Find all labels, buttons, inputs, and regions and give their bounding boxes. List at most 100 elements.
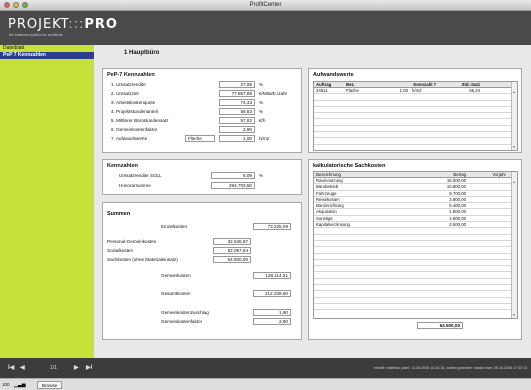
column-header[interactable]: Kennzahl 7 — [388, 82, 438, 87]
summen-value[interactable]: 52.067,54 — [213, 247, 251, 254]
pep7-label: 3. Arbeitskostenquote — [111, 100, 156, 105]
summen-value[interactable]: 139.114,51 — [253, 272, 291, 279]
sidebar: Dateiblatt PeP 7 Kennzahlen — [0, 45, 94, 358]
window-controls — [4, 2, 28, 8]
sachkosten-panel: kalkulatorische Sachkosten Bezeichnung B… — [308, 159, 522, 340]
kennzahl-label: Honorarsumme — [119, 183, 151, 188]
kennzahl-label: Umsatzrendite SOLL — [119, 173, 162, 178]
summen-value[interactable]: 32.546,97 — [213, 238, 251, 245]
table-row — [314, 138, 517, 145]
pep7-value[interactable]: 74,33 — [219, 99, 255, 106]
pep7-title: PeP-7 Kennzahlen — [107, 72, 155, 78]
summen-label: Gemeinkostenzuschlag — [161, 310, 209, 315]
mode-selector[interactable]: Browse — [37, 381, 63, 389]
scrollbar[interactable]: ▲ ▼ — [511, 172, 517, 318]
sidebar-item-pep7-kennzahlen[interactable]: PeP 7 Kennzahlen — [0, 52, 94, 59]
cell-auftrag: 24511 — [316, 88, 328, 93]
cell-bezeichnung: Fahrzeuge — [316, 190, 337, 196]
status-bar: I◀ ◀ 1/1 ▶ ▶I erstellt: matthias jüstel,… — [0, 358, 531, 378]
column-header[interactable]: Bez. — [344, 82, 388, 87]
cell-bezeichnung: Kapitalverzinsung — [316, 222, 350, 228]
scroll-down-icon[interactable]: ▼ — [511, 312, 517, 318]
first-record-icon[interactable]: I◀ — [8, 364, 14, 371]
page-title: 1 Hauptbüro — [124, 50, 160, 56]
summen-value[interactable]: 73.225,09 — [253, 223, 291, 230]
column-header[interactable]: Vorjahr — [468, 172, 508, 177]
cell-bezeichnung: Reisekosten — [316, 196, 340, 202]
column-header[interactable]: Std.-Satz — [438, 82, 482, 87]
cell-kennzahl: 1,00 — [399, 88, 408, 93]
app-header: PROJEKT:::PRO the business solution for … — [0, 11, 531, 45]
kennzahl-unit: % — [259, 173, 264, 178]
pep7-value[interactable]: 2,90 — [219, 126, 255, 133]
cell-bezeichnung: Raumnutzung — [316, 178, 343, 183]
cell-bezeichnung: Sonstige — [316, 215, 333, 221]
pep7-unit: % — [259, 82, 264, 87]
column-header[interactable]: Bezeichnung — [314, 172, 414, 177]
window-title: ProfitCenter — [249, 2, 282, 8]
pep7-panel: PeP-7 Kennzahlen 1. Umsatzrendite 27,95 … — [102, 68, 302, 153]
cell-betrag: 8.700,00 — [449, 190, 466, 196]
summen-label: Personal-Gemeinkosten — [107, 239, 157, 244]
cell-unit: h/m2 — [412, 88, 422, 93]
tagline: the business solution for architects — [9, 33, 63, 37]
pep7-value[interactable]: 77.857,85 — [219, 90, 255, 97]
kennzahl-value[interactable]: 8,09 — [211, 172, 255, 179]
column-header[interactable]: Auftrag — [314, 82, 344, 87]
sidebar-item-dateiblatt[interactable]: Dateiblatt — [0, 45, 94, 52]
cell-betrag: 1.800,00 — [449, 209, 466, 215]
summen-value[interactable]: 2,90 — [253, 318, 291, 325]
sachkosten-total[interactable]: 54.500,00 — [417, 322, 463, 329]
pep7-unit: % — [259, 109, 264, 114]
kennzahl-value[interactable]: 294.703,50 — [211, 182, 255, 189]
main-content: 1 Hauptbüro PeP-7 Kennzahlen 1. Umsatzre… — [94, 45, 531, 358]
summen-label: Gesamtkosten — [161, 291, 191, 296]
pep7-value[interactable]: 58,63 — [219, 108, 255, 115]
edit-info: erstellt: matthias jüstel, 13.08.2006 16… — [373, 366, 527, 370]
zoom-window-icon[interactable] — [22, 2, 28, 8]
prev-record-icon[interactable]: ◀ — [20, 364, 25, 371]
cell-betrag: 16.000,00 — [446, 178, 466, 183]
aufwand-title: Aufwandswerte — [313, 72, 354, 78]
cell-betrag: 4.500,00 — [449, 215, 466, 221]
column-header[interactable]: Betrag — [414, 172, 468, 177]
cell-bezeichnung: Akquisition — [316, 209, 337, 215]
record-counter: 1/1 — [50, 365, 57, 371]
minimize-window-icon[interactable] — [13, 2, 19, 8]
cell-betrag: 3.800,00 — [449, 196, 466, 202]
cell-betrag: 3.500,00 — [449, 222, 466, 228]
kennzahlen-panel: Kennzahlen Umsatzrendite SOLL 8,09 % Hon… — [102, 159, 302, 195]
pep7-value[interactable]: 27,95 — [219, 81, 255, 88]
pep7-label: 7. Aufwandswerte — [111, 136, 148, 141]
summen-label: Gemeinkostenfaktor — [161, 319, 203, 324]
close-window-icon[interactable] — [4, 2, 10, 8]
summen-label: Sachkosten (ohne Materialeinsatz) — [107, 257, 178, 262]
last-record-icon[interactable]: ▶I — [86, 364, 92, 371]
pep7-label: 5. Mittlerer Bürostundensatz — [111, 118, 169, 123]
cell-bezeichnung: Bürobetrieb — [316, 184, 339, 190]
cell-bezeichnung: Büroinrichtung — [316, 203, 344, 209]
summen-title: Summen — [107, 211, 131, 217]
zoom-controls-icon[interactable]: ▁▃▅ — [14, 382, 26, 388]
next-record-icon[interactable]: ▶ — [74, 364, 79, 371]
sachkosten-table: Bezeichnung Betrag Vorjahr Raumnutzung 16… — [313, 171, 518, 319]
scroll-up-icon[interactable]: ▲ — [511, 179, 517, 185]
scroll-down-icon[interactable]: ▼ — [511, 144, 517, 150]
aufwand-type-field[interactable]: Fläche — [185, 135, 215, 142]
pep7-unit: h/m2 — [259, 136, 270, 141]
zoom-level[interactable]: 100 — [2, 382, 10, 387]
summen-value[interactable]: 212.339,60 — [253, 290, 291, 297]
pep7-value[interactable]: 1,00 — [219, 135, 255, 142]
pep7-unit: €/h — [259, 118, 266, 123]
pep7-label: 6. Gemeinkostenfaktor — [111, 127, 158, 132]
app-window: ProfitCenter PROJEKT:::PRO the business … — [0, 0, 531, 390]
bottom-toolbar: 100 ▁▃▅ Browse — [0, 378, 531, 390]
aufwand-table: Auftrag Bez. Kennzahl 7 Std.-Satz 24511 … — [313, 81, 518, 151]
pep7-label: 2. Umsatzziel — [111, 91, 139, 96]
summen-value[interactable]: 54.500,00 — [213, 256, 251, 263]
scrollbar[interactable]: ▲ ▼ — [511, 82, 517, 150]
pep7-unit: % — [259, 100, 264, 105]
summen-value[interactable]: 1,90 — [253, 309, 291, 316]
pep7-value[interactable]: 57,82 — [219, 117, 255, 124]
scroll-up-icon[interactable]: ▲ — [511, 89, 517, 95]
